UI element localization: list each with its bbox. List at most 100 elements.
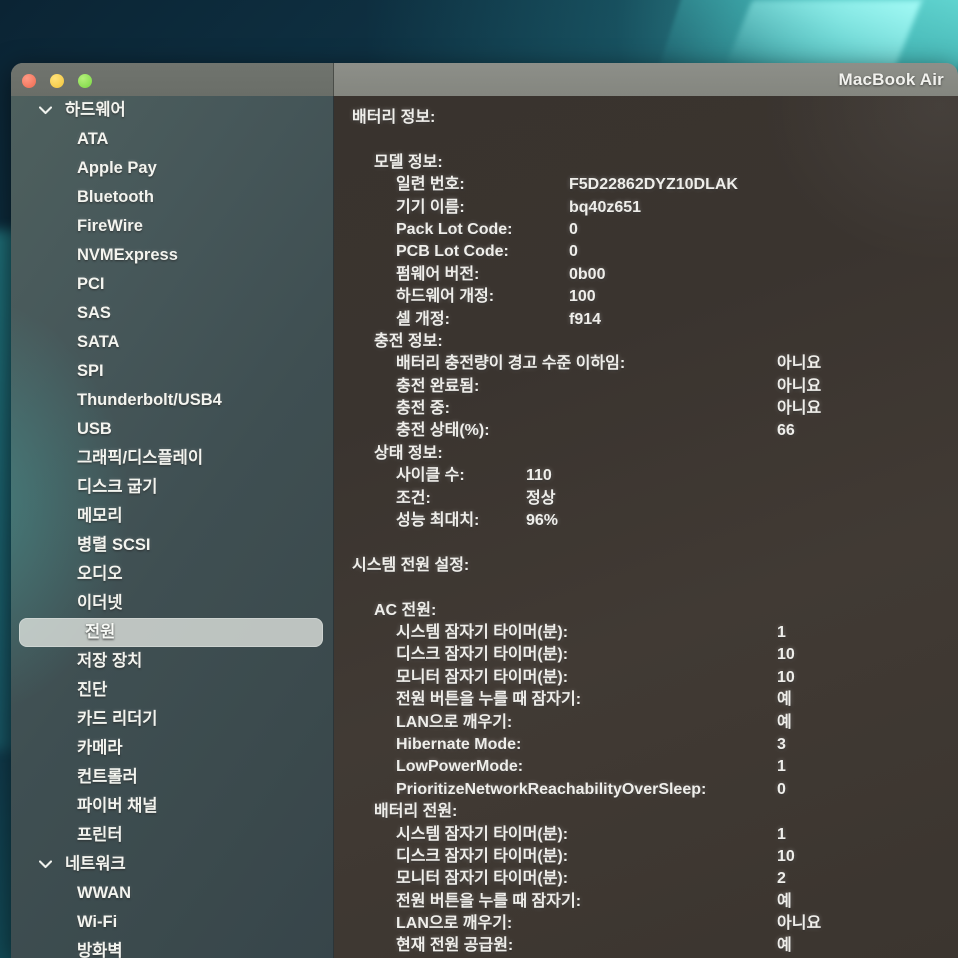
- report-label: 셀 개정:: [396, 310, 450, 328]
- report-label: 현재 전원 공급원:: [396, 937, 514, 955]
- report-label: 전원 버튼을 누를 때 잠자기:: [396, 892, 582, 910]
- ac-power-row: 디스크 잠자기 타이머(분): 10: [334, 644, 958, 666]
- report-label: 조건:: [396, 489, 431, 507]
- ac-power-heading: AC 전원:: [334, 600, 958, 622]
- sidebar-item-label: Wi-Fi: [77, 913, 118, 931]
- window-title: MacBook Air: [838, 70, 944, 89]
- report-label: 배터리 전원:: [374, 803, 458, 821]
- sidebar-item-전원[interactable]: 전원: [19, 618, 323, 647]
- model-info-row: 셀 개정: f914: [334, 309, 958, 331]
- content-pane: 배터리 정보: 모델 정보: 일련 번호: F5D22862DYZ10DLAK 기기 이…: [334, 96, 958, 958]
- sidebar-item-오디오[interactable]: 오디오: [11, 560, 333, 589]
- sidebar-item-컨트롤러[interactable]: 컨트롤러: [11, 763, 333, 792]
- sidebar-item-label: SATA: [77, 333, 120, 351]
- report-value: 아니요: [777, 355, 822, 373]
- report-value: f914: [569, 310, 602, 328]
- report-value: 10: [777, 668, 795, 686]
- report-value: 0: [569, 243, 578, 261]
- sidebar-item-label: 카드 리더기: [77, 710, 158, 728]
- sidebar-item-디스크-굽기[interactable]: 디스크 굽기: [11, 473, 333, 502]
- sidebar-item-저장-장치[interactable]: 저장 장치: [11, 647, 333, 676]
- sidebar-item-label: Apple Pay: [77, 159, 157, 177]
- sidebar-item-Bluetooth[interactable]: Bluetooth: [11, 183, 333, 212]
- report-value: 10: [777, 646, 795, 664]
- sidebar-item-방화벽[interactable]: 방화벽: [11, 937, 333, 958]
- sidebar-item-FireWire[interactable]: FireWire: [11, 212, 333, 241]
- health-info-heading: 상태 정보:: [334, 443, 958, 465]
- report-label: 배터리 정보:: [352, 109, 436, 126]
- charge-info-row: 충전 상태(%): 66: [334, 420, 958, 442]
- sidebar-item-Thunderbolt-USB4[interactable]: Thunderbolt/USB4: [11, 386, 333, 415]
- sidebar-item-Apple-Pay[interactable]: Apple Pay: [11, 154, 333, 183]
- power-report: 배터리 정보: 모델 정보: 일련 번호: F5D22862DYZ10DLAK 기기 이…: [334, 96, 958, 958]
- report-label: LAN으로 깨우기:: [396, 713, 513, 731]
- report-label: 전원 버튼을 누를 때 잠자기:: [396, 691, 582, 709]
- model-info-row: 일련 번호: F5D22862DYZ10DLAK: [334, 174, 958, 196]
- health-info-row: 조건: 정상: [334, 488, 958, 510]
- sidebar-group-1[interactable]: 네트워크: [11, 850, 333, 879]
- sidebar-item-label: 저장 장치: [77, 652, 143, 670]
- model-info-row: 하드웨어 개정: 100: [334, 286, 958, 308]
- battery-power-row: LAN으로 깨우기: 아니요: [334, 913, 958, 935]
- sidebar-item-label: SAS: [77, 304, 111, 322]
- report-label: 사이클 수:: [396, 467, 465, 485]
- sidebar-item-파이버-채널[interactable]: 파이버 채널: [11, 792, 333, 821]
- sidebar[interactable]: 하드웨어 ATA Apple Pay Bluetooth FireWire NVMExpr…: [11, 96, 334, 958]
- report-value: 1: [777, 758, 786, 776]
- sidebar-item-Wi-Fi[interactable]: Wi-Fi: [11, 908, 333, 937]
- report-label: 충전 정보:: [374, 332, 443, 350]
- sidebar-item-label: PCI: [77, 275, 105, 293]
- model-info-row: 기기 이름: bq40z651: [334, 197, 958, 219]
- report-label: 일련 번호:: [396, 176, 465, 194]
- report-value: 예: [777, 892, 792, 910]
- report-value: 아니요: [777, 915, 822, 933]
- sidebar-group-0[interactable]: 하드웨어: [11, 96, 333, 125]
- sidebar-item-카드-리더기[interactable]: 카드 리더기: [11, 705, 333, 734]
- chevron-down-icon[interactable]: [38, 850, 52, 879]
- sidebar-item-진단[interactable]: 진단: [11, 676, 333, 705]
- model-info-row: 펌웨어 버전: 0b00: [334, 264, 958, 286]
- sidebar-item-프린터[interactable]: 프린터: [11, 821, 333, 850]
- sidebar-item-label: WWAN: [77, 884, 132, 902]
- close-button[interactable]: [22, 74, 36, 88]
- battery-power-row: 모니터 잠자기 타이머(분): 2: [334, 868, 958, 890]
- ac-power-row: LowPowerMode: 1: [334, 756, 958, 778]
- model-info-row: PCB Lot Code: 0: [334, 241, 958, 263]
- sidebar-item-PCI[interactable]: PCI: [11, 270, 333, 299]
- chevron-down-icon[interactable]: [38, 96, 52, 125]
- sidebar-item-SPI[interactable]: SPI: [11, 357, 333, 386]
- sidebar-item-WWAN[interactable]: WWAN: [11, 879, 333, 908]
- sidebar-item-카메라[interactable]: 카메라: [11, 734, 333, 763]
- report-label: 기기 이름:: [396, 198, 465, 216]
- report-value: 0: [777, 780, 786, 798]
- sidebar-item-NVMExpress[interactable]: NVMExpress: [11, 241, 333, 270]
- sidebar-item-메모리[interactable]: 메모리: [11, 502, 333, 531]
- health-info-row: 성능 최대치: 96%: [334, 510, 958, 532]
- battery-power-row: 전원 버튼을 누를 때 잠자기: 예: [334, 891, 958, 913]
- sidebar-list: 하드웨어 ATA Apple Pay Bluetooth FireWire NVMExpr…: [11, 96, 333, 958]
- report-label: 디스크 잠자기 타이머(분):: [396, 646, 569, 664]
- sidebar-item-label: 방화벽: [77, 942, 123, 958]
- sidebar-item-label: 진단: [77, 681, 108, 699]
- report-value: 96%: [526, 512, 559, 530]
- zoom-button[interactable]: [78, 74, 92, 88]
- report-value: 2: [777, 870, 786, 888]
- sidebar-item-label: 디스크 굽기: [77, 478, 158, 496]
- system-information-window: MacBook Air 하드웨어 ATA Apple Pay Bluetooth Fir…: [11, 63, 958, 958]
- sidebar-item-SATA[interactable]: SATA: [11, 328, 333, 357]
- sidebar-item-이더넷[interactable]: 이더넷: [11, 589, 333, 618]
- sidebar-item-병렬-SCSI[interactable]: 병렬 SCSI: [11, 531, 333, 560]
- sidebar-item-label: 오디오: [77, 565, 123, 583]
- report-label: 시스템 전원 설정:: [352, 556, 470, 574]
- sidebar-item-USB[interactable]: USB: [11, 415, 333, 444]
- report-value: 예: [777, 713, 792, 731]
- report-value: 정상: [526, 489, 556, 507]
- report-label: 모니터 잠자기 타이머(분):: [396, 668, 569, 686]
- report-label: PCB Lot Code:: [396, 243, 509, 261]
- sidebar-item-그래픽-디스플레이[interactable]: 그래픽/디스플레이: [11, 444, 333, 473]
- model-info-heading: 모델 정보:: [334, 152, 958, 174]
- sidebar-item-SAS[interactable]: SAS: [11, 299, 333, 328]
- minimize-button[interactable]: [50, 74, 64, 88]
- charge-info-heading: 충전 정보:: [334, 331, 958, 353]
- sidebar-item-ATA[interactable]: ATA: [11, 125, 333, 154]
